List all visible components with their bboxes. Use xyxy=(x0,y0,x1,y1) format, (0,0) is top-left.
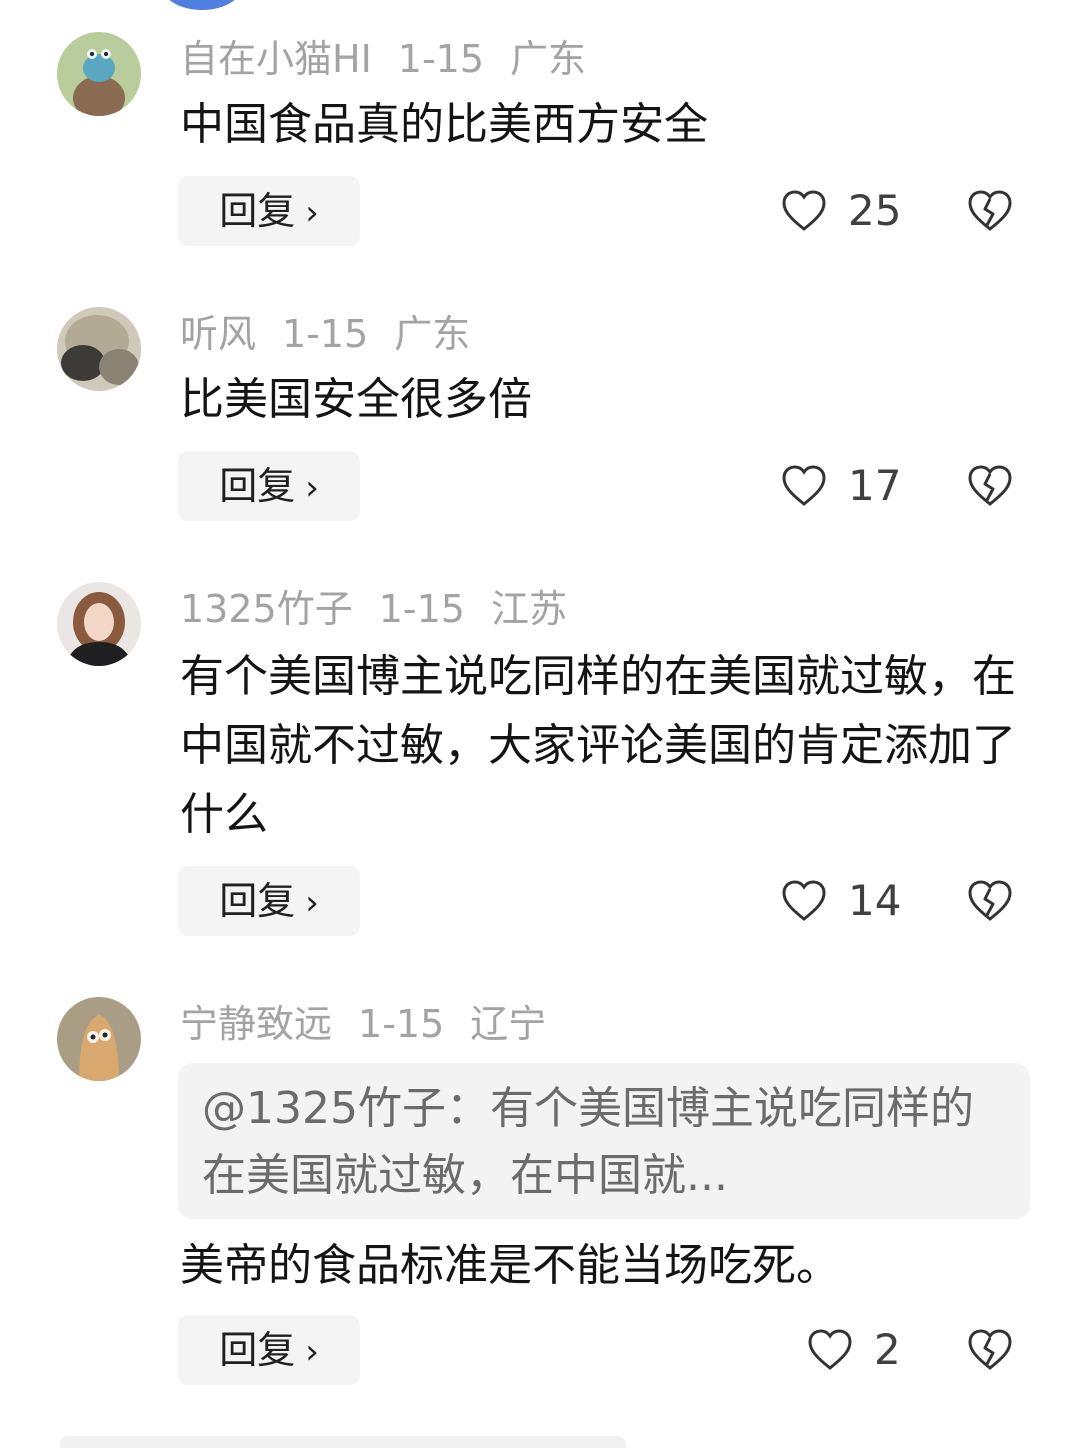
reply-label: 回复 xyxy=(219,1328,296,1372)
avatar[interactable] xyxy=(57,32,141,116)
reply-button[interactable]: 回复 › xyxy=(178,1315,360,1385)
comment-meta: 自在小猫HI 1-15 广东 xyxy=(180,34,612,84)
chevron-right-icon: › xyxy=(305,883,319,923)
username[interactable]: 自在小猫HI xyxy=(180,37,372,81)
heart-outline-icon[interactable] xyxy=(780,462,828,510)
reply-label: 回复 xyxy=(219,464,296,508)
reply-button[interactable]: 回复 › xyxy=(178,866,360,936)
quoted-comment[interactable]: @1325竹子：有个美国博主说吃同样的在美国就过敏，在中国就... xyxy=(178,1063,1030,1219)
avatar[interactable] xyxy=(57,582,141,666)
comment-location: 广东 xyxy=(510,37,587,81)
avatar[interactable] xyxy=(57,997,141,1081)
comment-date: 1-15 xyxy=(397,37,485,81)
comment-meta: 听风 1-15 广东 xyxy=(180,309,496,359)
broken-heart-icon[interactable] xyxy=(966,462,1014,510)
comment-text: 比美国安全很多倍 xyxy=(180,374,532,425)
heart-outline-icon[interactable] xyxy=(780,187,828,235)
avatar[interactable] xyxy=(57,307,141,391)
broken-heart-icon[interactable] xyxy=(966,1326,1014,1374)
username[interactable]: 听风 xyxy=(180,312,256,356)
comment-location: 广东 xyxy=(394,312,471,356)
chevron-right-icon: › xyxy=(305,193,319,233)
comment-date: 1-15 xyxy=(282,312,369,356)
reply-label: 回复 xyxy=(219,189,296,233)
comment-location: 辽宁 xyxy=(470,1002,547,1046)
comment-text: 中国食品真的比美西方安全 xyxy=(180,99,708,150)
chevron-right-icon: › xyxy=(305,1332,319,1372)
comment-input-bar[interactable] xyxy=(60,1436,626,1448)
comment-date: 1-15 xyxy=(358,1002,445,1046)
username[interactable]: 1325竹子 xyxy=(180,587,353,631)
reply-label: 回复 xyxy=(219,879,296,923)
chevron-right-icon: › xyxy=(305,468,319,508)
like-count: 14 xyxy=(848,876,902,925)
username[interactable]: 宁静致远 xyxy=(180,1002,332,1046)
reply-button[interactable]: 回复 › xyxy=(178,451,360,521)
like-count: 25 xyxy=(848,186,902,235)
heart-outline-icon[interactable] xyxy=(806,1326,854,1374)
broken-heart-icon[interactable] xyxy=(966,877,1014,925)
comment-meta: 1325竹子 1-15 江苏 xyxy=(180,584,593,634)
avatar[interactable] xyxy=(160,0,244,10)
comment-text: 有个美国博主说吃同样的在美国就过敏，在中国就不过敏，大家评论美国的肯定添加了什么 xyxy=(180,651,1016,840)
comment-location: 江苏 xyxy=(490,587,567,631)
comment-text: 美帝的食品标准是不能当场吃死。 xyxy=(180,1240,840,1291)
like-count: 2 xyxy=(874,1325,901,1374)
like-count: 17 xyxy=(848,461,902,510)
previous-comment-remnant xyxy=(0,0,1080,14)
reply-button[interactable]: 回复 › xyxy=(178,176,360,246)
comment-meta: 宁静致远 1-15 辽宁 xyxy=(180,999,572,1049)
heart-outline-icon[interactable] xyxy=(780,877,828,925)
comment-date: 1-15 xyxy=(378,587,465,631)
broken-heart-icon[interactable] xyxy=(966,187,1014,235)
